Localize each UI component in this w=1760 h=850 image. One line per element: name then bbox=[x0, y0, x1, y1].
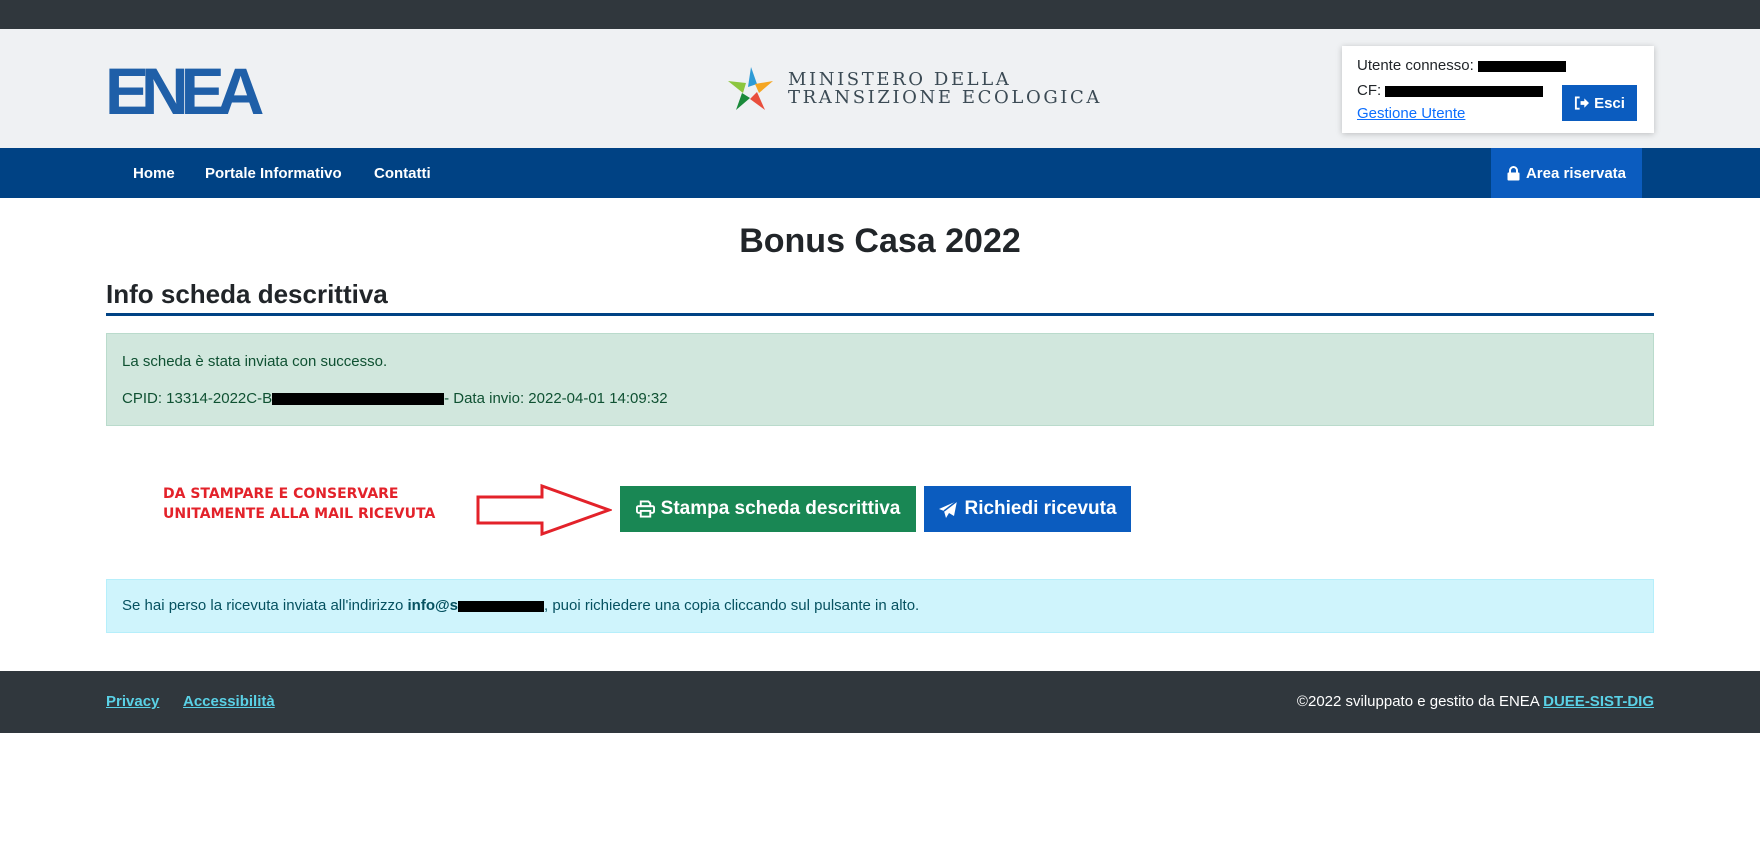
site-header: ENEA MINISTERO DELLA TRANSIZIONE ECOLOGI… bbox=[0, 29, 1760, 148]
nav-home[interactable]: Home bbox=[133, 165, 175, 182]
user-cf: CF: bbox=[1357, 82, 1544, 99]
user-panel: Utente connesso: CF: Gestione Utente Esc… bbox=[1342, 46, 1654, 133]
ministry-line-2: TRANSIZIONE ECOLOGICA bbox=[788, 87, 1102, 108]
red-arrow-icon bbox=[476, 483, 612, 537]
logout-label: Esci bbox=[1594, 94, 1625, 112]
request-receipt-label: Richiedi ricevuta bbox=[964, 498, 1117, 519]
footer-credits: ©2022 sviluppato e gestito da ENEA DUEE-… bbox=[1297, 693, 1654, 710]
user-connected: Utente connesso: bbox=[1357, 57, 1566, 74]
printer-icon bbox=[635, 500, 655, 518]
user-connected-label: Utente connesso: bbox=[1357, 57, 1474, 74]
accessibility-link[interactable]: Accessibilità bbox=[183, 693, 275, 710]
cpid-prefix: CPID: 13314-2022C-B bbox=[122, 390, 273, 407]
success-alert: La scheda è stata inviata con successo. … bbox=[106, 333, 1654, 426]
page-title: Bonus Casa 2022 bbox=[739, 222, 1021, 260]
info-email: info@s bbox=[407, 597, 458, 614]
redacted-email bbox=[457, 600, 544, 612]
print-sheet-label: Stampa scheda descrittiva bbox=[660, 498, 901, 519]
ministry-logo[interactable]: MINISTERO DELLA TRANSIZIONE ECOLOGICA bbox=[726, 65, 1102, 113]
info-message: Se hai perso la ricevuta inviata all'ind… bbox=[122, 597, 919, 614]
print-note-line-2: UNITAMENTE ALLA MAIL RICEVUTA bbox=[163, 506, 436, 522]
privacy-link[interactable]: Privacy bbox=[106, 693, 159, 710]
manage-user-link[interactable]: Gestione Utente bbox=[1357, 105, 1465, 122]
reserved-area-label: Area riservata bbox=[1525, 164, 1627, 182]
enea-logo[interactable]: ENEA bbox=[106, 64, 269, 115]
cpid-line: CPID: 13314-2022C-B - Data invio: 2022-04… bbox=[122, 390, 668, 407]
request-receipt-button[interactable]: Richiedi ricevuta bbox=[924, 486, 1131, 532]
nav-contatti[interactable]: Contatti bbox=[374, 165, 431, 182]
cpid-date: - Data invio: 2022-04-01 14:09:32 bbox=[444, 390, 668, 407]
redacted-username bbox=[1477, 60, 1566, 72]
section-divider bbox=[106, 313, 1654, 316]
paper-plane-icon bbox=[939, 499, 958, 518]
redacted-cf bbox=[1385, 85, 1544, 97]
duee-sist-dig-link[interactable]: DUEE-SIST-DIG bbox=[1543, 693, 1654, 710]
svg-text:ENEA: ENEA bbox=[106, 64, 263, 115]
nav-portale-informativo[interactable]: Portale Informativo bbox=[205, 165, 342, 182]
reserved-area-button[interactable]: Area riservata bbox=[1491, 148, 1642, 198]
ministry-name: MINISTERO DELLA TRANSIZIONE ECOLOGICA bbox=[788, 71, 1102, 107]
cf-label: CF: bbox=[1357, 82, 1382, 99]
lock-icon bbox=[1507, 165, 1520, 180]
site-footer: Privacy Accessibilità ©2022 sviluppato e… bbox=[0, 671, 1760, 733]
sign-out-icon bbox=[1575, 96, 1590, 110]
star-emblem-icon bbox=[728, 67, 773, 110]
info-suffix: , puoi richiedere una copia cliccando su… bbox=[543, 597, 920, 614]
top-strip bbox=[0, 0, 1760, 29]
redacted-cpid bbox=[272, 393, 445, 406]
info-alert: Se hai perso la ricevuta inviata all'ind… bbox=[106, 579, 1654, 633]
logout-button[interactable]: Esci bbox=[1562, 85, 1637, 121]
success-message: La scheda è stata inviata con successo. bbox=[122, 353, 388, 370]
credits-text: ©2022 sviluppato e gestito da ENEA bbox=[1296, 693, 1544, 710]
print-note-line-1: DA STAMPARE E CONSERVARE bbox=[163, 486, 399, 502]
print-note: DA STAMPARE E CONSERVARE UNITAMENTE ALLA… bbox=[163, 484, 435, 524]
section-title: Info scheda descrittiva bbox=[106, 279, 388, 309]
main-navbar: Home Portale Informativo Contatti Area r… bbox=[0, 148, 1760, 198]
info-prefix: Se hai perso la ricevuta inviata all'ind… bbox=[122, 597, 408, 614]
print-sheet-button[interactable]: Stampa scheda descrittiva bbox=[620, 486, 916, 532]
